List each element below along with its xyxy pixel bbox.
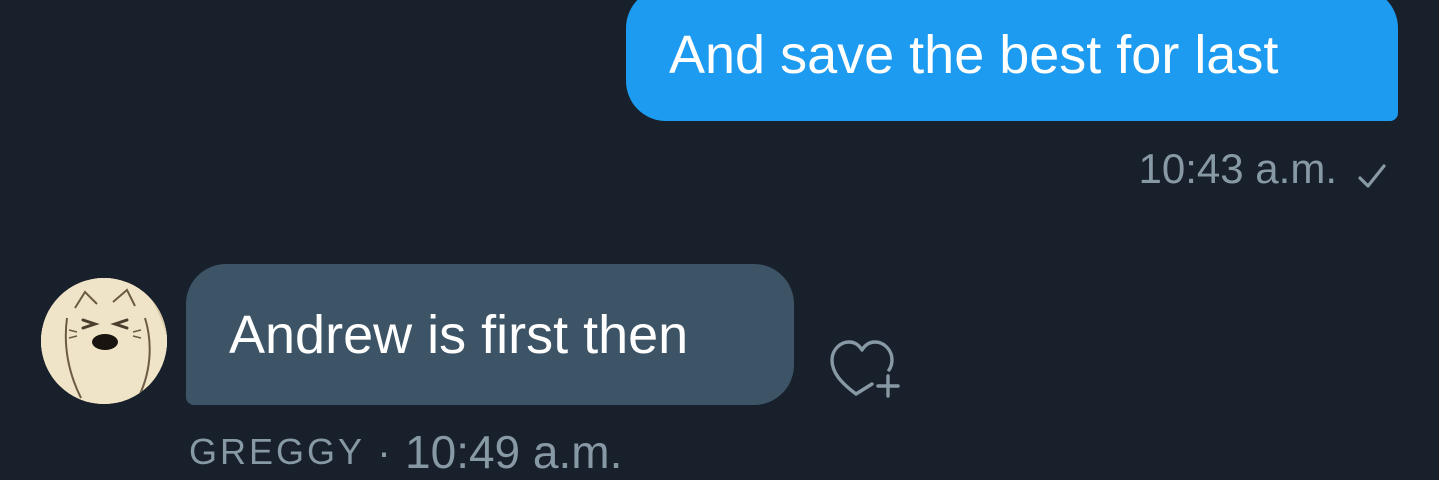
sender-name[interactable]: GREGGY: [189, 431, 365, 473]
add-reaction-button[interactable]: [826, 330, 906, 398]
received-message-meta: GREGGY · 10:49 a.m.: [189, 424, 622, 480]
received-message-time: 10:49 a.m.: [405, 426, 623, 478]
received-message-text: Andrew is first then: [229, 305, 689, 365]
sent-message-text: And save the best for last: [669, 25, 1279, 85]
avatar[interactable]: [41, 278, 167, 404]
check-icon: [1357, 154, 1387, 188]
meta-separator: ·: [377, 428, 392, 475]
sent-message-meta: 10:43 a.m.: [1139, 143, 1387, 195]
heart-plus-icon: [830, 340, 900, 398]
sent-message-time: 10:43 a.m.: [1138, 145, 1337, 192]
cat-avatar-icon: [41, 278, 167, 404]
